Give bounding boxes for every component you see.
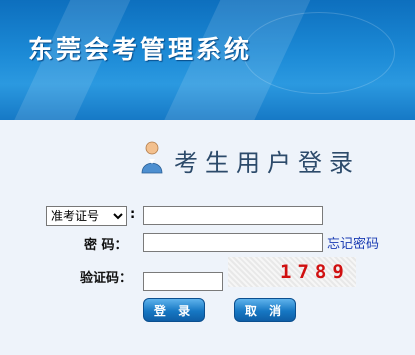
banner-decoration [243, 12, 395, 94]
id-type-select[interactable]: 准考证号 [46, 206, 127, 226]
exam-number-input[interactable] [143, 206, 323, 225]
user-icon [141, 141, 163, 174]
forgot-password-link[interactable]: 忘记密码 [327, 233, 379, 252]
captcha-code: 1789 [280, 261, 350, 283]
cancel-button[interactable]: 取 消 [234, 298, 296, 322]
login-title: 考生用户登录 [174, 149, 360, 177]
password-label: 密 码： [84, 238, 128, 253]
captcha-input[interactable] [143, 272, 223, 291]
login-button[interactable]: 登 录 [143, 298, 205, 322]
system-title: 东莞会考管理系统 [28, 35, 253, 64]
header-banner: 东莞会考管理系统 [0, 0, 415, 120]
captcha-image[interactable]: 1789 [228, 257, 356, 287]
id-type-colon: : [130, 207, 136, 222]
password-input[interactable] [143, 233, 323, 252]
captcha-label: 验证码： [80, 271, 133, 286]
